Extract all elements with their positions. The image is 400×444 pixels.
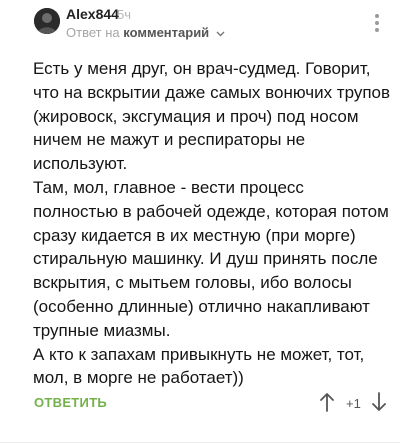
comment-time: 5ч: [117, 7, 132, 22]
author-name[interactable]: Alex844: [66, 6, 119, 22]
divider: [0, 442, 400, 443]
more-vertical-icon[interactable]: [370, 12, 384, 34]
avatar-image: [34, 8, 60, 34]
reply-button[interactable]: ОТВЕТИТЬ: [34, 395, 107, 410]
avatar[interactable]: [34, 8, 60, 34]
comment-paragraph-1: Есть у меня друг, он врач-судмед. Говори…: [33, 59, 391, 174]
comment-card: Alex844 5ч Ответ на комментарий Есть у м…: [0, 0, 400, 444]
reply-prefix: Ответ на: [66, 25, 120, 40]
reply-target: комментарий: [123, 25, 210, 40]
arrow-down-icon[interactable]: [370, 391, 388, 413]
rating-count: +1: [346, 396, 361, 411]
arrow-up-icon[interactable]: [318, 391, 336, 413]
comment-body: Есть у меня друг, он врач-судмед. Говори…: [33, 57, 393, 390]
reply-to-link[interactable]: Ответ на комментарий: [66, 25, 225, 40]
comment-paragraph-3: А кто к запахам привыкнуть не может, тот…: [33, 344, 365, 388]
chevron-down-icon: [216, 31, 225, 37]
comment-actions: ОТВЕТИТЬ +1: [0, 388, 400, 420]
comment-paragraph-2: Там, мол, главное - вести процесс полнос…: [33, 177, 389, 340]
